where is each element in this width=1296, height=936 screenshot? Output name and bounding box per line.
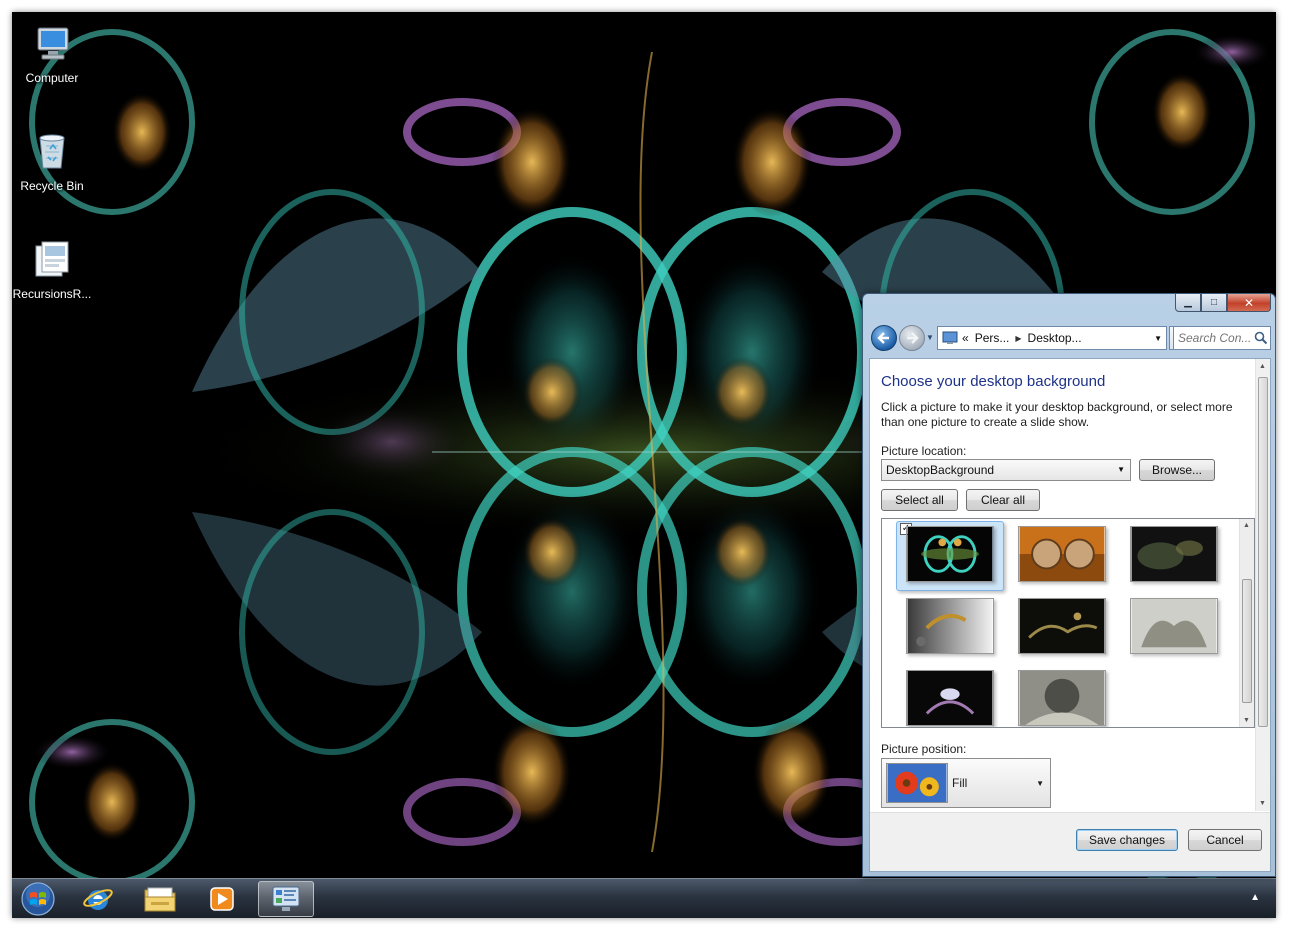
scrollbar-thumb[interactable]	[1242, 579, 1252, 703]
minimize-button[interactable]: ▁	[1175, 294, 1201, 312]
thumbnail-list-scrollbar[interactable]: ▲ ▼	[1239, 519, 1254, 727]
select-all-button[interactable]: Select all	[881, 489, 958, 511]
address-dropdown-icon[interactable]: ▼	[1154, 334, 1162, 343]
back-button[interactable]	[871, 325, 897, 351]
page-title: Choose your desktop background	[881, 373, 1106, 390]
control-panel-icon	[272, 886, 300, 911]
search-input[interactable]	[1178, 331, 1254, 345]
desktop-icon-label: RecursionsR...	[12, 287, 92, 301]
thumbnail-6[interactable]	[1130, 598, 1218, 654]
thumbnail-4[interactable]	[906, 598, 994, 654]
position-preview-image	[886, 763, 948, 803]
desktop-icon-computer[interactable]: Computer	[12, 22, 92, 85]
taskbar: ▲	[12, 878, 1276, 918]
page-description: Click a picture to make it your desktop …	[881, 400, 1233, 429]
internet-explorer-icon	[83, 889, 113, 910]
computer-icon	[37, 27, 69, 60]
recent-pages-dropdown[interactable]: ▼	[926, 333, 934, 342]
back-arrow-icon	[877, 332, 889, 344]
forward-arrow-icon	[907, 332, 919, 344]
control-panel-small-icon	[942, 331, 958, 344]
scrollbar-thumb[interactable]	[1258, 377, 1268, 727]
address-bar[interactable]: « Pers... ▶ Desktop... ▼	[937, 326, 1167, 350]
taskbar-media-player[interactable]	[194, 881, 250, 917]
thumbnail-3[interactable]	[1130, 526, 1218, 582]
scroll-down-icon[interactable]: ▼	[1243, 717, 1250, 724]
thumbnail-1[interactable]	[906, 526, 994, 582]
scroll-down-icon[interactable]: ▼	[1259, 800, 1266, 807]
chevron-down-icon: ▼	[1117, 465, 1125, 474]
desktop-screen: Computer Recycle Bin RecursionsR... ▲ ▁ …	[12, 12, 1276, 918]
folder-icon	[144, 887, 176, 912]
taskbar-internet-explorer[interactable]	[70, 881, 126, 917]
desktop-icon-label: Recycle Bin	[20, 179, 84, 193]
thumbnail-5[interactable]	[1018, 598, 1106, 654]
forward-button[interactable]	[899, 325, 925, 351]
scroll-up-icon[interactable]: ▲	[1243, 522, 1250, 529]
desktop-icon-recycle-bin[interactable]: Recycle Bin	[12, 130, 92, 193]
windows-logo-icon	[21, 882, 55, 916]
desktop-icon-theme-file[interactable]: RecursionsR...	[12, 238, 92, 301]
clear-all-button[interactable]: Clear all	[966, 489, 1040, 511]
address-overflow[interactable]: «	[962, 331, 969, 345]
picture-location-select[interactable]: DesktopBackground ▼	[881, 459, 1131, 481]
maximize-button[interactable]: □	[1201, 294, 1227, 312]
desktop-background-window: ▁ □ ✕ ▼ « Pers... ▶ Desktop... ▼ Search …	[862, 293, 1276, 877]
dialog-footer: Save changes Cancel	[870, 812, 1270, 871]
thumbnail-8[interactable]	[1018, 670, 1106, 726]
content-scrollbar[interactable]: ▲ ▼	[1255, 359, 1270, 811]
start-button[interactable]	[16, 880, 60, 918]
chevron-down-icon: ▼	[1036, 779, 1044, 788]
taskbar-control-panel[interactable]	[258, 881, 314, 917]
media-player-icon	[210, 887, 234, 911]
close-button[interactable]: ✕	[1227, 294, 1271, 312]
content-pane: Choose your desktop background Click a p…	[869, 358, 1271, 872]
picture-location-value: DesktopBackground	[886, 463, 995, 477]
browse-button[interactable]: Browse...	[1139, 459, 1215, 481]
breadcrumb-desktop-background[interactable]: Desktop...	[1028, 331, 1082, 345]
thumbnail-2[interactable]	[1018, 526, 1106, 582]
desktop-icon-label: Computer	[25, 71, 79, 85]
magnifier-icon[interactable]	[1254, 331, 1268, 345]
breadcrumb-personalization[interactable]: Pers...	[975, 331, 1010, 345]
cancel-button[interactable]: Cancel	[1188, 829, 1262, 851]
taskbar-windows-explorer[interactable]	[132, 881, 188, 917]
recycle-bin-icon	[39, 134, 65, 169]
navigation-bar: ▼ « Pers... ▶ Desktop... ▼ ↻	[869, 324, 1271, 352]
picture-location-label: Picture location:	[881, 444, 967, 458]
picture-position-select[interactable]: Fill ▼	[881, 758, 1051, 808]
picture-position-label: Picture position:	[881, 742, 967, 756]
caption-buttons: ▁ □ ✕	[1175, 294, 1271, 312]
thumbnail-7[interactable]	[906, 670, 994, 726]
show-hidden-icons-button[interactable]: ▲	[1250, 892, 1260, 903]
save-changes-button[interactable]: Save changes	[1076, 829, 1178, 851]
theme-file-icon	[35, 241, 69, 277]
scroll-up-icon[interactable]: ▲	[1259, 363, 1266, 370]
picture-position-value: Fill	[952, 776, 968, 790]
background-thumbnail-list[interactable]: ✓ ▲ ▼	[881, 518, 1255, 728]
breadcrumb-separator-icon[interactable]: ▶	[1015, 334, 1021, 343]
search-box[interactable]	[1173, 326, 1271, 350]
